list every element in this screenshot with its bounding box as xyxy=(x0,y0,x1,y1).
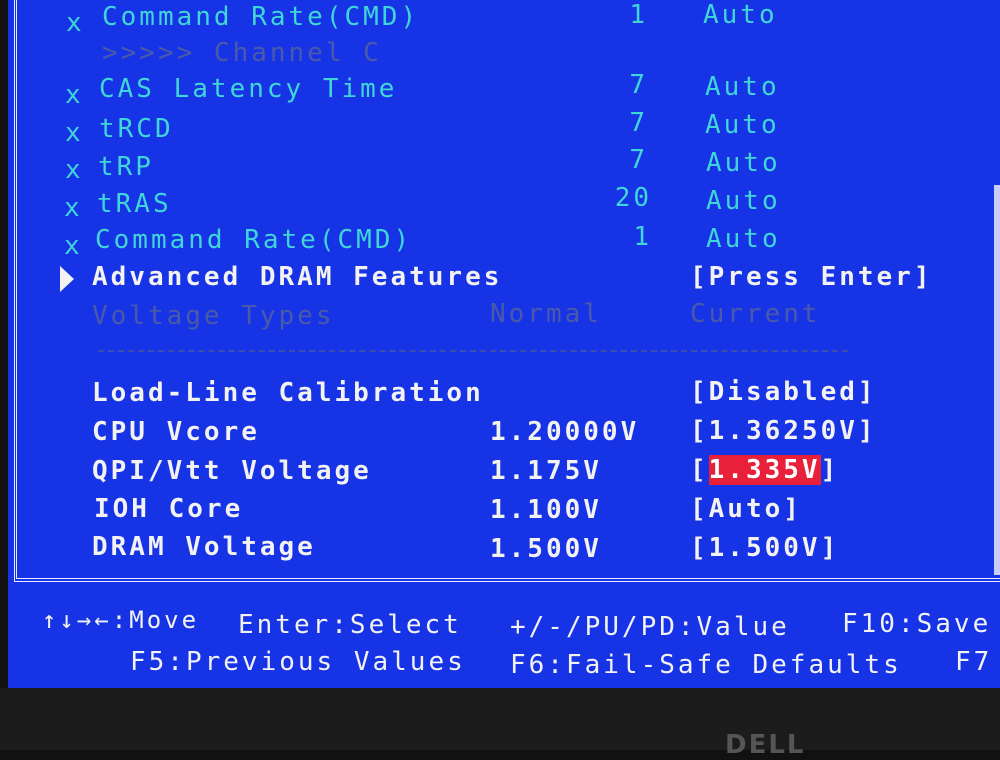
channel-header: >>>>> Channel C xyxy=(102,38,382,68)
trp-setting: Auto xyxy=(706,148,781,178)
cas-latency-label: CAS Latency Time xyxy=(99,74,398,104)
tras-value: 20 xyxy=(614,183,652,213)
command-rate-value: 1 xyxy=(633,222,652,252)
trcd-value: 7 xyxy=(629,108,648,138)
command-rate-setting: Auto xyxy=(703,0,778,30)
qpi-vtt-label: QPI/Vtt Voltage xyxy=(92,456,372,486)
advanced-dram-label: Advanced DRAM Features xyxy=(92,262,503,292)
command-rate-value: 1 xyxy=(629,0,648,30)
separator xyxy=(98,350,848,352)
command-rate-label: Command Rate(CMD) xyxy=(102,2,420,32)
llc-value[interactable]: [Disabled] xyxy=(690,377,877,407)
normal-header: Normal xyxy=(490,299,602,329)
cas-latency-setting: Auto xyxy=(705,72,780,102)
help-select: Enter:Select xyxy=(238,610,462,640)
voltage-types-header: Voltage Types xyxy=(92,301,335,331)
dell-logo: DELL xyxy=(725,730,806,760)
ioh-core-normal: 1.100V xyxy=(490,495,602,525)
tras-label: tRAS xyxy=(97,189,172,219)
trp-value: 7 xyxy=(629,145,648,175)
disabled-mark: x xyxy=(65,118,84,148)
cpu-vcore-label: CPU Vcore xyxy=(92,417,260,447)
monitor-bezel xyxy=(0,688,1000,750)
ioh-core-label: IOH Core xyxy=(94,494,244,524)
ioh-core-value[interactable]: [Auto] xyxy=(690,494,802,524)
help-value: +/-/PU/PD:Value xyxy=(510,612,790,642)
trcd-label: tRCD xyxy=(99,114,174,144)
help-save: F10:Save xyxy=(842,609,992,639)
command-rate-setting: Auto xyxy=(706,224,781,254)
trp-label: tRP xyxy=(98,152,154,182)
qpi-vtt-selected-value[interactable]: 1.335V xyxy=(708,455,821,485)
cpu-vcore-normal: 1.20000V xyxy=(490,417,640,447)
bracket-close: ] xyxy=(820,455,840,485)
dram-voltage-normal: 1.500V xyxy=(490,534,602,564)
disabled-mark: x xyxy=(65,80,84,110)
advanced-dram-action[interactable]: [Press Enter] xyxy=(690,262,933,292)
command-rate-label: Command Rate(CMD) xyxy=(95,225,413,255)
disabled-mark: x xyxy=(64,193,83,223)
triangle-right-icon xyxy=(60,266,74,292)
dram-voltage-value[interactable]: [1.500V] xyxy=(690,533,839,563)
dram-voltage-label: DRAM Voltage xyxy=(92,532,316,562)
scrollbar[interactable] xyxy=(994,185,1000,575)
help-fail-safe: F6:Fail-Safe Defaults xyxy=(510,650,902,680)
trcd-setting: Auto xyxy=(705,110,780,140)
help-f7: F7 xyxy=(955,647,993,677)
bracket-open: [ xyxy=(690,455,709,485)
tras-setting: Auto xyxy=(706,186,781,216)
disabled-mark: x xyxy=(64,231,83,261)
llc-label: Load-Line Calibration xyxy=(92,378,484,408)
disabled-mark: x xyxy=(65,155,84,185)
qpi-vtt-value[interactable]: [1.335V] xyxy=(690,455,839,485)
help-previous-values: F5:Previous Values xyxy=(130,647,466,677)
current-header: Current xyxy=(690,299,821,329)
cpu-vcore-value[interactable]: [1.36250V] xyxy=(690,416,877,446)
help-move: ↑↓→←:Move xyxy=(42,606,200,634)
qpi-vtt-normal: 1.175V xyxy=(490,456,602,486)
cas-latency-value: 7 xyxy=(629,70,648,100)
disabled-mark: x xyxy=(66,8,85,38)
bios-screen: x Command Rate(CMD) 1 Auto >>>>> Channel… xyxy=(8,0,1000,688)
